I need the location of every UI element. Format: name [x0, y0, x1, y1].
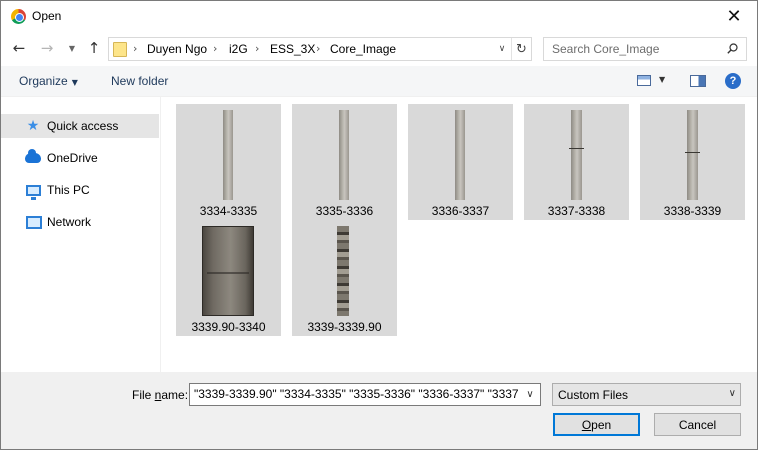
file-tile[interactable]: 3339-3339.90: [292, 220, 397, 336]
breadcrumb-separator[interactable]: ›: [316, 42, 320, 55]
file-name: 3339.90-3340: [191, 320, 266, 334]
file-name-input[interactable]: [194, 387, 518, 401]
network-icon: [25, 214, 42, 230]
file-tile[interactable]: 3336-3337: [408, 104, 513, 220]
file-name: 3335-3336: [315, 204, 374, 218]
file-list: 3334-3335 3335-3336 3336-3337 3337-3338: [162, 97, 757, 372]
organize-label: Organize: [19, 74, 68, 88]
change-view-icon[interactable]: [637, 75, 651, 86]
toolbar: Organize ▼ New folder ▼ ?: [1, 66, 757, 97]
sidebar-item-label: Quick access: [47, 119, 119, 133]
file-name-label: File name:: [132, 388, 189, 402]
address-dropdown-button[interactable]: ∨: [493, 41, 511, 57]
breadcrumb-ess-3x[interactable]: ESS_3X: [270, 42, 315, 56]
file-tile[interactable]: 3335-3336: [292, 104, 397, 220]
back-button[interactable]: ←: [7, 38, 31, 58]
close-button[interactable]: ✕: [711, 1, 757, 32]
new-folder-button[interactable]: New folder: [111, 74, 168, 88]
search-box[interactable]: [543, 37, 747, 61]
file-name: 3339-3339.90: [307, 320, 382, 334]
file-type-select[interactable]: Custom Files ∨: [552, 383, 741, 406]
core-image-thumbnail: [408, 110, 513, 200]
file-name: 3336-3337: [431, 204, 490, 218]
forward-button[interactable]: →: [35, 38, 59, 58]
file-tile[interactable]: 3334-3335: [176, 104, 281, 220]
folder-icon: [113, 42, 127, 57]
file-name: 3334-3335: [199, 204, 258, 218]
file-tile[interactable]: 3338-3339: [640, 104, 745, 220]
star-icon: ★: [25, 118, 41, 134]
open-button[interactable]: Open: [553, 413, 640, 436]
title-bar: Open ✕: [1, 1, 757, 32]
file-type-value: Custom Files: [558, 388, 629, 402]
sidebar-item-onedrive[interactable]: OneDrive: [1, 146, 159, 170]
breadcrumb-separator[interactable]: ›: [255, 42, 259, 55]
breadcrumb-separator[interactable]: ›: [213, 42, 217, 55]
more-options-icon[interactable]: ▼: [659, 75, 665, 84]
chrome-icon: [11, 9, 26, 24]
computer-icon: [25, 182, 41, 200]
cancel-button[interactable]: Cancel: [654, 413, 741, 436]
dialog-title: Open: [32, 9, 62, 23]
core-image-thumbnail: [292, 226, 397, 316]
navigation-row: ← → ▼ ↑ › Duyen Ngo › i2G › ESS_3X › Cor…: [1, 32, 757, 66]
up-folder-button[interactable]: ↑: [83, 38, 105, 58]
search-input[interactable]: [552, 42, 722, 56]
star-glyph: ★: [26, 118, 40, 134]
core-image-thumbnail: [640, 110, 745, 200]
sidebar-item-label: This PC: [47, 183, 90, 197]
help-icon[interactable]: ?: [725, 73, 741, 89]
search-icon[interactable]: [727, 43, 738, 54]
sidebar-item-network[interactable]: Network: [1, 210, 159, 234]
recent-locations-button[interactable]: ▼: [63, 38, 81, 58]
sidebar-item-this-pc[interactable]: This PC: [1, 178, 159, 202]
organize-button[interactable]: Organize ▼: [19, 74, 78, 88]
file-name: 3338-3339: [663, 204, 722, 218]
refresh-button[interactable]: ↻: [511, 38, 531, 60]
file-tile[interactable]: 3339.90-3340: [176, 220, 281, 336]
cloud-icon: [25, 149, 41, 166]
core-image-thumbnail: [176, 226, 281, 316]
file-name: 3337-3338: [547, 204, 606, 218]
breadcrumb-i2g[interactable]: i2G: [229, 42, 248, 56]
core-image-thumbnail: [292, 110, 397, 200]
chevron-down-icon: ▼: [71, 78, 78, 87]
file-tile[interactable]: 3337-3338: [524, 104, 629, 220]
open-dialog: Open ✕ ← → ▼ ↑ › Duyen Ngo › i2G › ESS_3…: [0, 0, 758, 450]
file-name-combobox[interactable]: ∨: [189, 383, 541, 406]
core-image-thumbnail: [176, 110, 281, 200]
breadcrumb-duyen-ngo[interactable]: Duyen Ngo: [147, 42, 207, 56]
breadcrumb-separator[interactable]: ›: [133, 42, 137, 55]
chevron-down-icon[interactable]: ∨: [520, 384, 540, 405]
core-image-thumbnail: [524, 110, 629, 200]
address-bar[interactable]: › Duyen Ngo › i2G › ESS_3X › Core_Image …: [108, 37, 532, 61]
sidebar-item-label: Network: [47, 215, 92, 229]
preview-pane-icon[interactable]: [690, 75, 706, 87]
navigation-pane: ★ Quick access OneDrive This PC Network: [1, 97, 161, 372]
sidebar-item-quick-access[interactable]: ★ Quick access: [1, 114, 159, 138]
breadcrumb-core-image[interactable]: Core_Image: [330, 42, 396, 56]
chevron-down-icon: ∨: [728, 388, 736, 399]
dialog-footer: File name: ∨ Custom Files ∨ Open Cancel: [1, 372, 757, 449]
sidebar-item-label: OneDrive: [47, 151, 98, 165]
